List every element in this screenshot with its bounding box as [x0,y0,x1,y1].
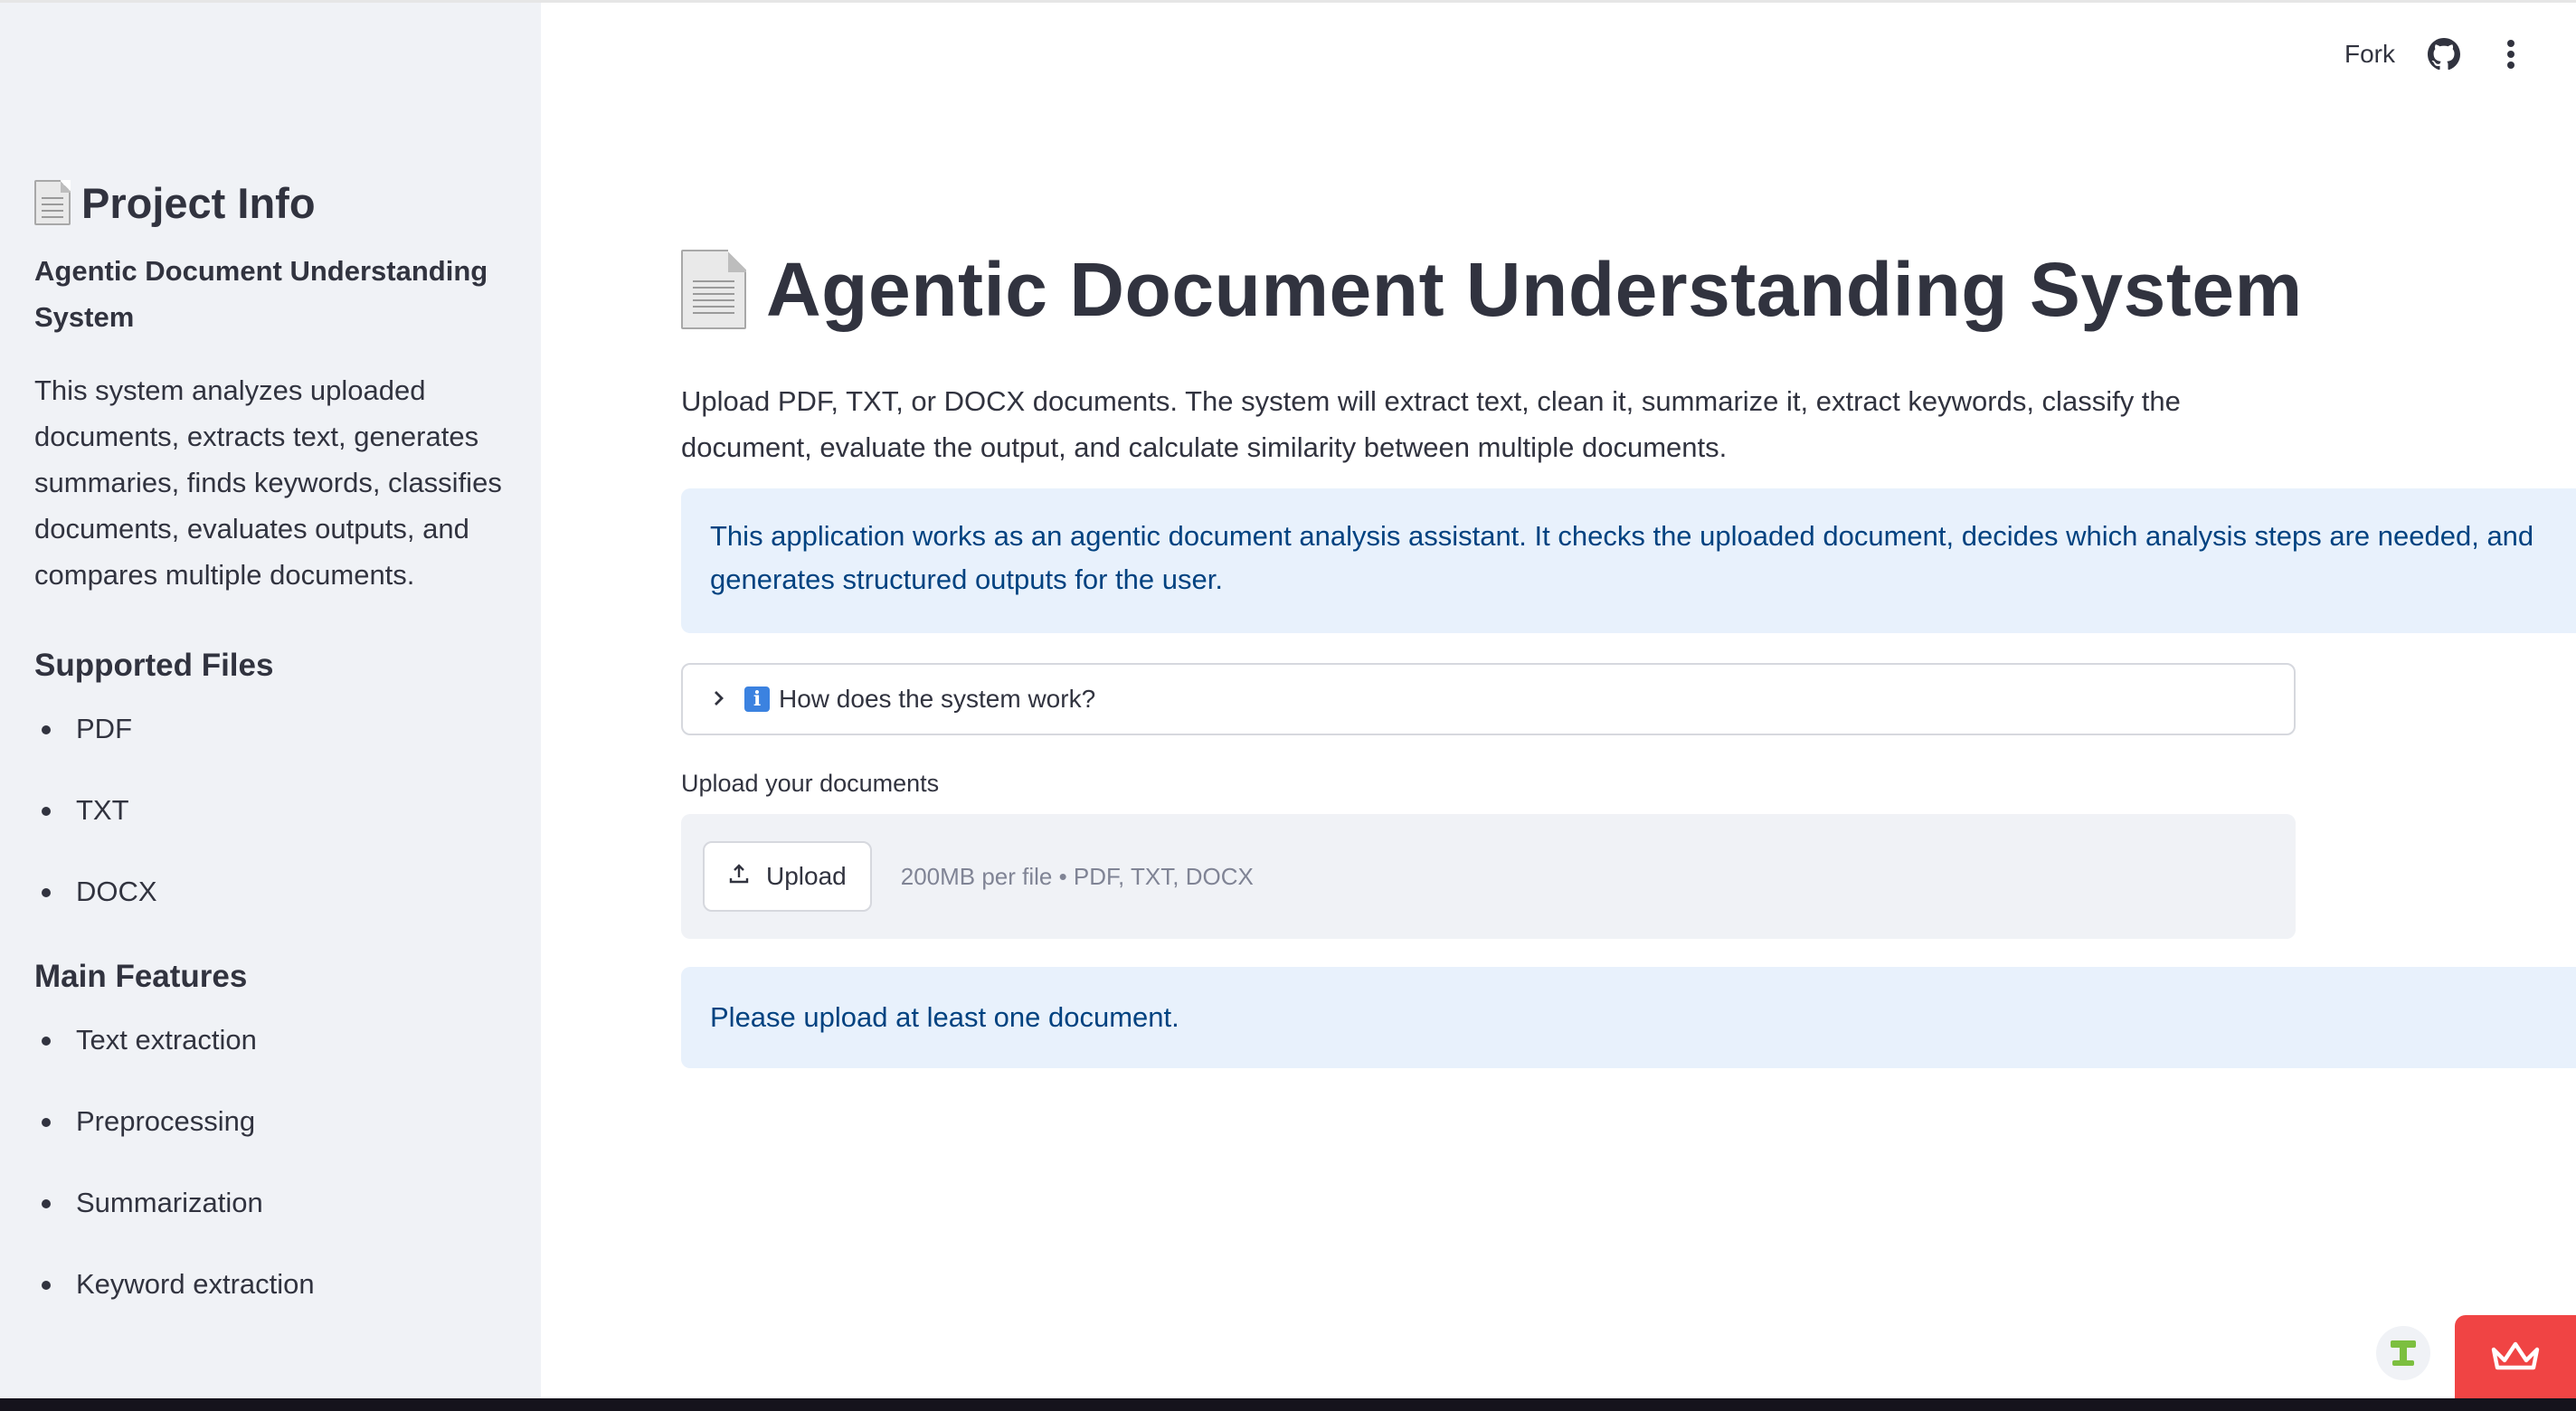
fork-button[interactable]: Fork [2344,40,2395,69]
bottom-border [0,1398,2576,1411]
main-content: Fork Agentic Document Understanding Syst… [541,0,2576,1398]
sidebar-description: This system analyzes uploaded documents,… [34,374,502,591]
list-item: PDF [34,706,507,788]
sidebar-title: Project Info [34,168,507,237]
avatar[interactable] [2376,1326,2430,1380]
crown-icon[interactable] [2455,1315,2576,1398]
upload-icon [728,862,750,891]
github-icon[interactable] [2426,36,2462,72]
upload-button[interactable]: Upload [703,841,872,912]
main-features-heading: Main Features [34,959,248,994]
list-item: Preprocessing [34,1099,507,1180]
sidebar-subtitle: Agentic Document Understanding System [34,255,488,333]
sidebar-title-text: Project Info [81,178,316,227]
list-item: DOCX [34,869,507,951]
upload-hint: 200MB per file • PDF, TXT, DOCX [900,862,1254,890]
list-item: Summarization [34,1180,507,1262]
document-icon [34,180,71,225]
upload-label: Upload your documents [681,770,940,797]
main-features-list: Text extraction Preprocessing Summarizat… [34,1018,507,1343]
content-area: Agentic Document Understanding System Up… [681,237,2576,470]
supported-files-list: PDF TXT DOCX [34,706,507,951]
upload-button-label: Upload [766,862,847,890]
app-toolbar: Fork [2344,36,2529,72]
chevron-right-icon [710,684,728,715]
document-icon [681,250,746,329]
sidebar: Project Info Agentic Document Understand… [0,0,541,1398]
kebab-menu-icon[interactable] [2493,36,2529,72]
info-icon: i [744,687,770,712]
how-it-works-expander[interactable]: i How does the system work? [681,663,2296,735]
file-dropzone[interactable]: Upload 200MB per file • PDF, TXT, DOCX [681,814,2296,939]
supported-files-heading: Supported Files [34,648,274,683]
expander-label: How does the system work? [779,685,1096,713]
list-item: TXT [34,788,507,869]
info-alert: This application works as an agentic doc… [681,488,2576,633]
page-title-text: Agentic Document Understanding System [766,246,2303,332]
intro-text: Upload PDF, TXT, or DOCX documents. The … [681,385,2181,463]
top-border [0,0,2576,3]
app-window: Project Info Agentic Document Understand… [0,0,2576,1411]
status-alert: Please upload at least one document. [681,967,2576,1068]
list-item: Keyword extraction [34,1262,507,1343]
page-title: Agentic Document Understanding System [681,237,2576,342]
list-item: Text extraction [34,1018,507,1099]
